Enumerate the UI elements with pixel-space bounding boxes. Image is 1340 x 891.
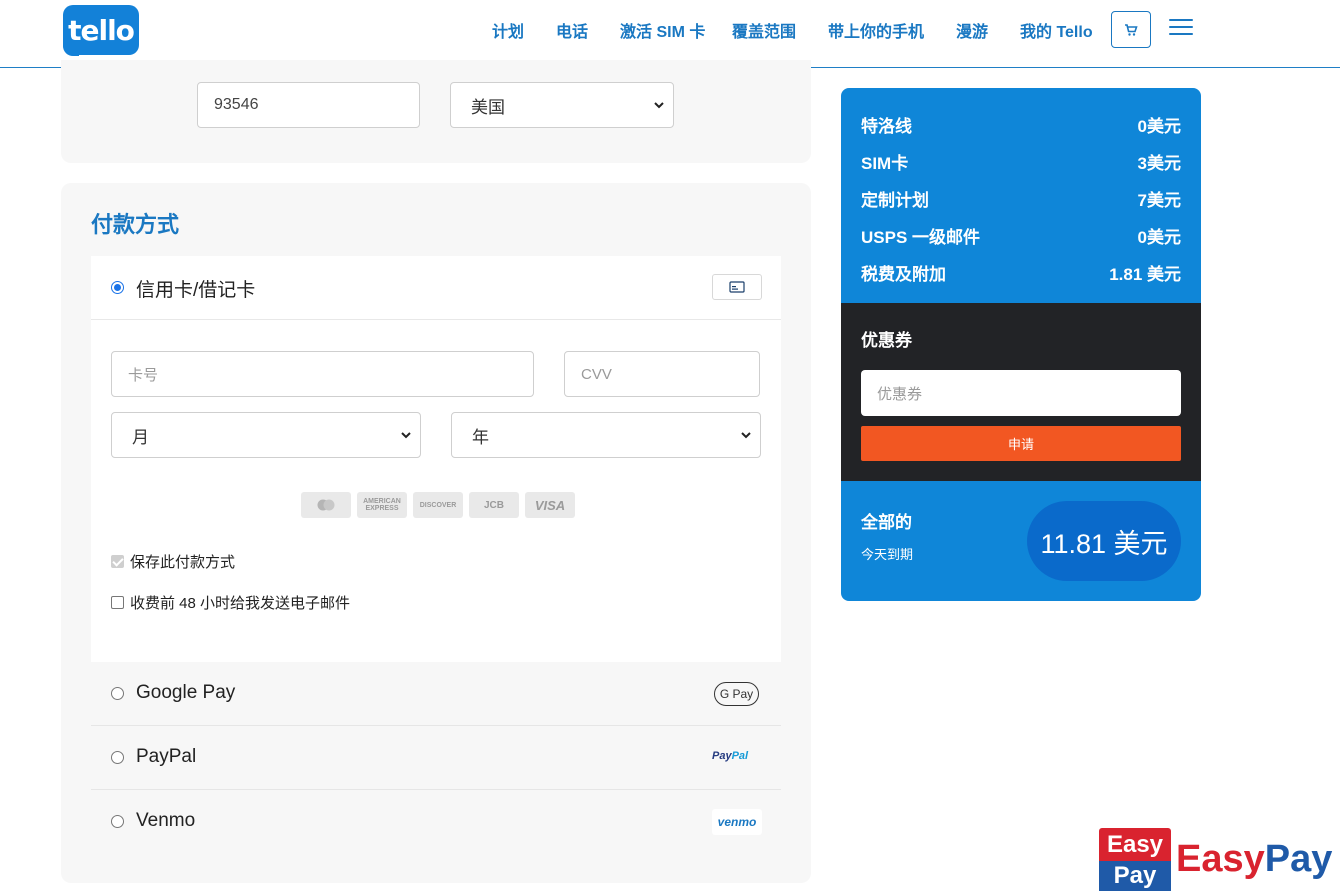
paypal-radio[interactable] <box>111 751 124 764</box>
venmo-icon: venmo <box>712 809 762 835</box>
cart-icon <box>1125 23 1138 36</box>
summary-item-label: SIM卡 <box>861 154 909 173</box>
coupon-input[interactable]: 优惠券 <box>861 370 1181 416</box>
easypay-wordmark: EasyPay <box>1176 838 1332 881</box>
easypay-word-b: Pay <box>1264 838 1333 880</box>
total-amount: 11.81 美元 <box>1027 501 1181 581</box>
google-pay-radio[interactable] <box>111 687 124 700</box>
paypal-logo-a: Pay <box>712 750 732 762</box>
address-panel <box>61 60 811 163</box>
summary-row: USPS 一级邮件 0美元 <box>861 223 1181 248</box>
month-select[interactable]: 月 <box>111 412 421 458</box>
google-pay-icon: G Pay <box>714 682 759 706</box>
easypay-word-a: Easy <box>1176 838 1265 880</box>
nav-my-tello[interactable]: 我的 Tello <box>1020 18 1093 42</box>
summary-item-price: 0美元 <box>1137 228 1181 247</box>
chevron-down-icon <box>654 102 664 109</box>
chevron-down-icon <box>741 432 751 439</box>
year-select[interactable]: 年 <box>451 412 761 458</box>
total-due-today: 今天到期 <box>861 547 914 562</box>
credit-card-icon-box <box>712 274 762 300</box>
nav-phones[interactable]: 电话 <box>556 18 588 42</box>
hamburger-menu-icon[interactable] <box>1169 19 1193 39</box>
country-select[interactable]: 美国 <box>450 82 674 128</box>
easypay-logo: Easy Pay <box>1099 828 1171 891</box>
nav-roaming[interactable]: 漫游 <box>956 18 988 42</box>
nav-activate-sim[interactable]: 激活 SIM 卡 <box>620 18 705 42</box>
visa-icon: VISA <box>525 492 575 518</box>
summary-item-price: 1.81 美元 <box>1109 265 1181 284</box>
site-header: tello 计划 电话 激活 SIM 卡 覆盖范围 带上你的手机 漫游 我的 T… <box>0 0 1340 68</box>
summary-row: 定制计划 7美元 <box>861 186 1181 211</box>
save-method-checkbox[interactable] <box>111 555 124 568</box>
summary-item-label: 税费及附加 <box>861 265 946 284</box>
divider <box>91 725 781 726</box>
google-pay-label: Google Pay <box>136 682 236 703</box>
easypay-logo-bottom: Pay <box>1099 861 1171 891</box>
email-notice-label: 收费前 48 小时给我发送电子邮件 <box>130 595 351 612</box>
total-label: 全部的 <box>861 513 912 532</box>
summary-row: 税费及附加 1.81 美元 <box>861 260 1181 285</box>
divider <box>91 789 781 790</box>
coupon-section: 优惠券 优惠券 申请 <box>841 303 1201 481</box>
paypal-logo-b: Pal <box>731 750 749 762</box>
summary-item-price: 7美元 <box>1137 191 1181 210</box>
month-select-value: 月 <box>132 427 149 447</box>
zip-input[interactable]: 93546 <box>197 82 420 128</box>
discover-icon: DISCOVER <box>413 492 463 518</box>
amex-icon: AMERICAN EXPRESS <box>357 492 407 518</box>
apply-coupon-button[interactable]: 申请 <box>861 426 1181 461</box>
credit-card-icon <box>729 281 745 293</box>
credit-card-radio[interactable] <box>111 281 124 294</box>
coupon-title: 优惠券 <box>861 331 912 350</box>
card-number-input[interactable]: 卡号 <box>111 351 534 397</box>
paypal-icon: PayPal <box>712 750 748 762</box>
email-notice-checkbox[interactable] <box>111 596 124 609</box>
nav-plans[interactable]: 计划 <box>492 18 524 42</box>
summary-item-label: 特洛线 <box>861 117 912 136</box>
easypay-logo-top: Easy <box>1099 828 1171 861</box>
divider <box>91 319 781 320</box>
summary-row: SIM卡 3美元 <box>861 149 1181 174</box>
paypal-label: PayPal <box>136 746 197 767</box>
venmo-label: Venmo <box>136 810 196 831</box>
chevron-down-icon <box>401 432 411 439</box>
jcb-icon: JCB <box>469 492 519 518</box>
country-select-value: 美国 <box>471 97 505 117</box>
save-method-label: 保存此付款方式 <box>130 554 236 571</box>
nav-coverage[interactable]: 覆盖范围 <box>732 18 796 42</box>
summary-item-price: 0美元 <box>1137 117 1181 136</box>
nav-bring-phone[interactable]: 带上你的手机 <box>828 18 924 42</box>
order-summary: 特洛线 0美元 SIM卡 3美元 定制计划 7美元 USPS 一级邮件 0美元 … <box>841 88 1201 601</box>
summary-row: 特洛线 0美元 <box>861 112 1181 137</box>
summary-item-label: USPS 一级邮件 <box>861 228 981 247</box>
year-select-value: 年 <box>472 427 489 447</box>
cart-button[interactable] <box>1111 11 1151 48</box>
mastercard-icon <box>301 492 351 518</box>
tello-logo[interactable]: tello <box>63 5 139 55</box>
credit-card-label: 信用卡/借记卡 <box>136 280 256 301</box>
summary-item-price: 3美元 <box>1137 154 1181 173</box>
payment-title: 付款方式 <box>91 212 180 237</box>
venmo-radio[interactable] <box>111 815 124 828</box>
cvv-input[interactable]: CVV <box>564 351 760 397</box>
summary-item-label: 定制计划 <box>861 191 929 210</box>
